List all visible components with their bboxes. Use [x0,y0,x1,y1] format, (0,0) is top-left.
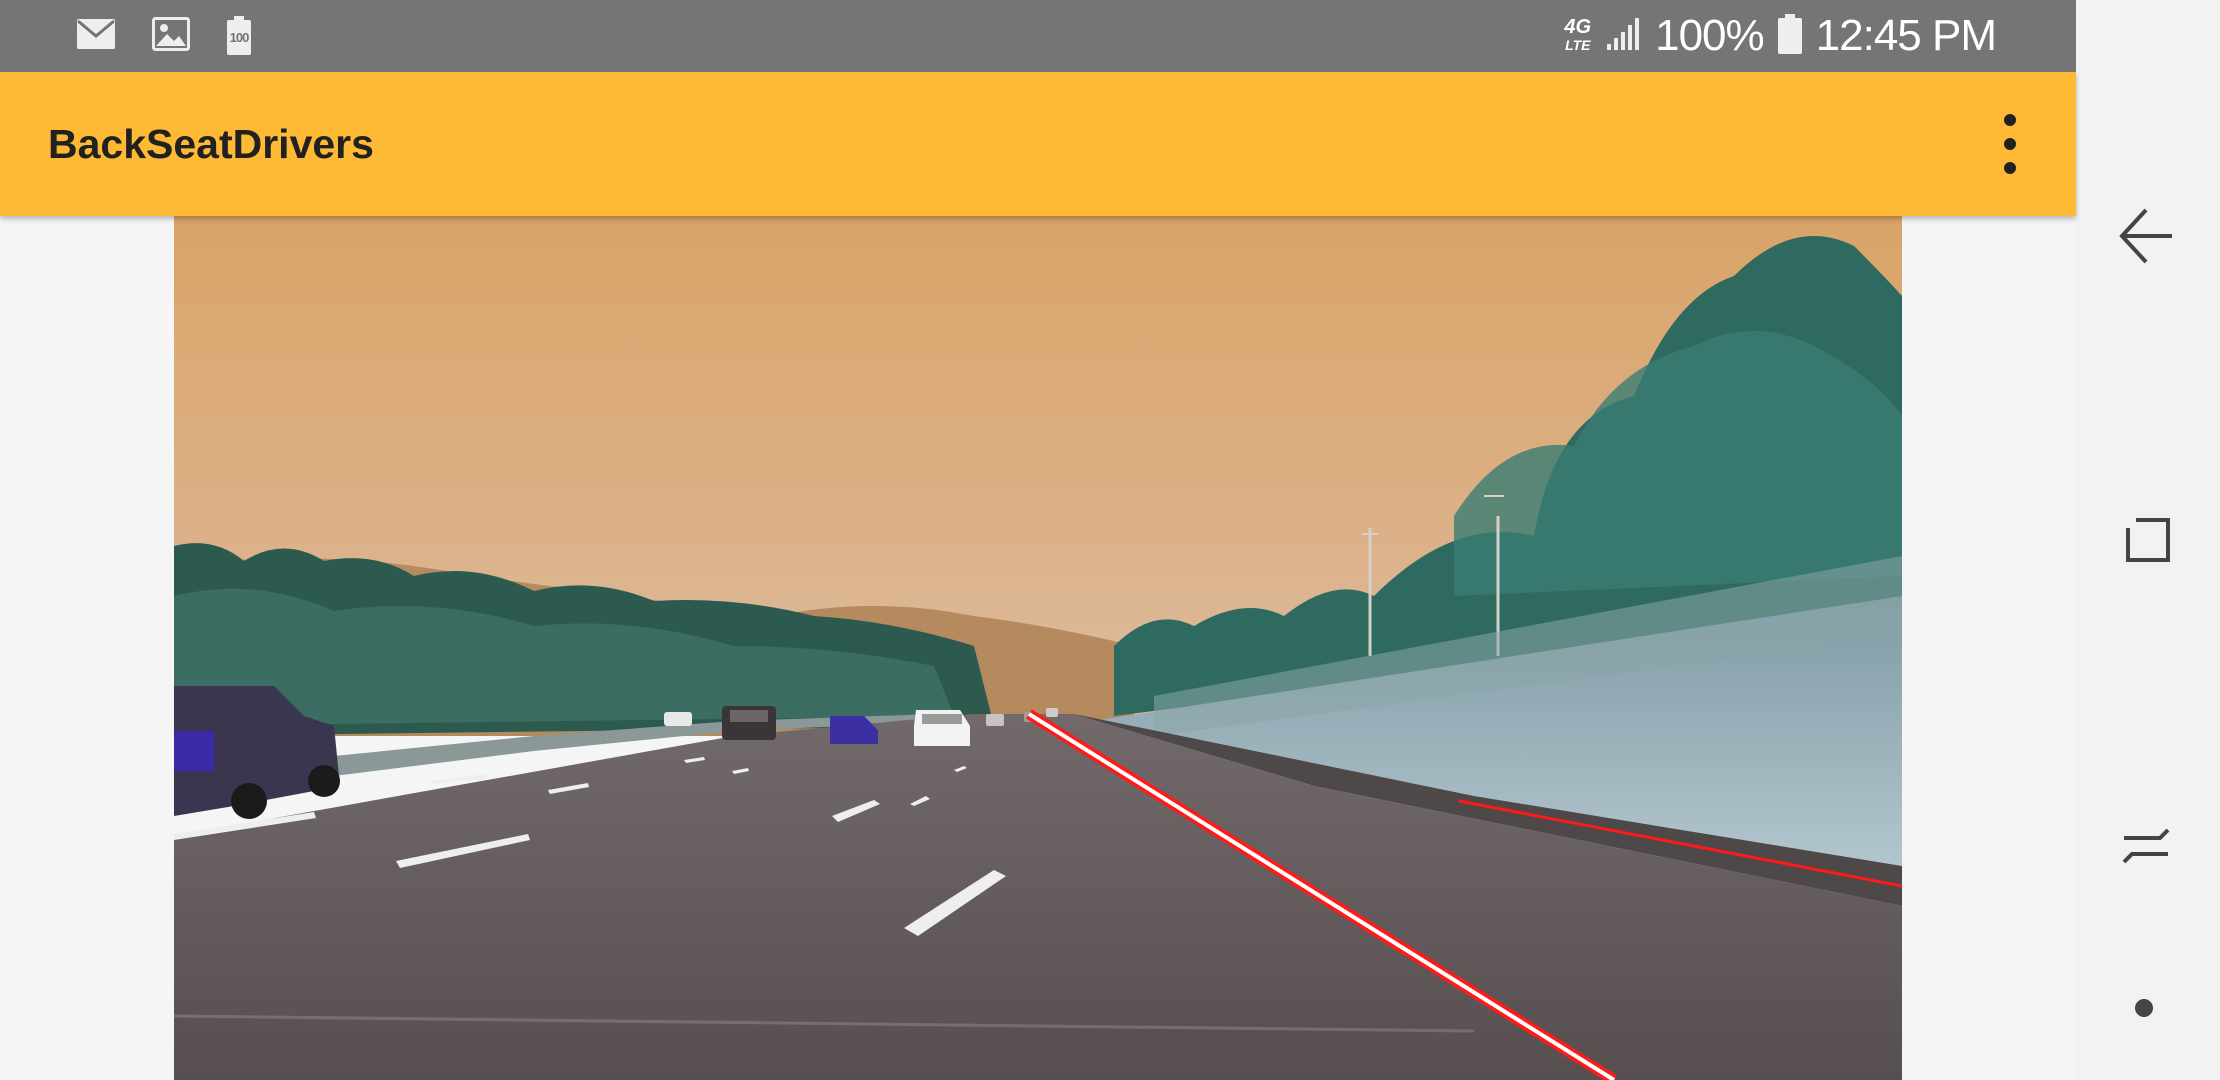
mail-icon [76,18,116,55]
navigation-bar [2076,0,2220,1080]
back-icon [2119,208,2172,264]
system-status: 4G LTE 100% 12:45 PM [1564,11,1997,60]
dot-icon [2135,999,2153,1017]
assistant-dot-button[interactable] [2076,936,2220,1080]
switch-button[interactable] [2076,774,2220,918]
battery-icon [1777,13,1802,59]
back-button[interactable] [2076,164,2220,308]
recents-icon [2126,518,2170,562]
switch-icon [2122,828,2170,864]
content-area [0,216,2076,1080]
camera-frame [174,216,1902,1080]
overflow-menu-button[interactable] [1986,114,2034,174]
battery-percent: 100% [1655,11,1765,60]
network-label-bottom: LTE [1565,37,1591,53]
battery-saver-icon: 100 [226,16,252,56]
battery-saver-badge: 100 [229,30,250,45]
image-icon [152,16,190,56]
app-bar: BackSeatDrivers [0,72,2076,216]
status-bar: 100 4G LTE 100% 12:45 PM [0,0,2076,72]
screen: 100 4G LTE 100% 12:45 PM BackSeatDrivers [0,0,2220,1080]
network-label-top: 4G [1564,16,1592,38]
camera-feed [174,216,1902,1080]
clock: 12:45 PM [1815,11,1997,60]
signal-icon [1605,16,1641,57]
network-type: 4G LTE [1564,16,1592,54]
notification-icons: 100 [76,16,252,56]
app-title: BackSeatDrivers [48,121,374,167]
recents-button[interactable] [2076,468,2220,612]
